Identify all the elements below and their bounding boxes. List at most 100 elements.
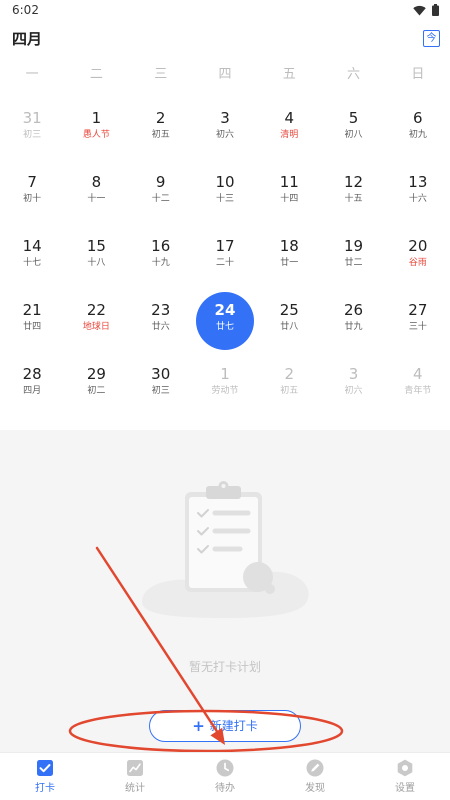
calendar-day-apr-15[interactable]: 15 十八 [64,224,128,288]
plan-area: 暂无打卡计划 + 新建打卡 [0,430,450,752]
tab-settings[interactable]: 设置 [360,753,450,800]
lunar-label: 十七 [23,258,42,268]
calendar-day-apr-6[interactable]: 6 初九 [386,96,450,160]
day-number: 28 [22,365,42,383]
lunar-label: 三十 [408,322,427,332]
lunar-label: 初六 [344,386,363,396]
calendar-day-may-4[interactable]: 4 青年节 [386,352,450,416]
calendar-week-2: 7 初十 8 十一 9 十二 10 十三 11 十四 12 十五 13 十六 [0,160,450,224]
status-bar: 6:02 [0,0,450,20]
calendar-day-apr-21[interactable]: 21 廿四 [0,288,64,352]
calendar-day-apr-14[interactable]: 14 十七 [0,224,64,288]
calendar-day-apr-20[interactable]: 20 谷雨 [386,224,450,288]
lunar-label: 十四 [280,194,299,204]
wifi-icon [413,5,426,16]
day-number: 17 [215,237,235,255]
tab-discover[interactable]: 发现 [270,753,360,800]
clock-icon [216,759,234,777]
lunar-label: 初五 [280,386,299,396]
tab-label: 发现 [305,783,325,794]
plus-icon: + [192,717,205,735]
calendar-day-apr-28[interactable]: 28 四月 [0,352,64,416]
day-number: 1 [220,365,230,383]
weekday-label-sun: 日 [411,67,425,82]
new-checkin-button[interactable]: + 新建打卡 [149,710,301,742]
badge-dot [265,584,275,594]
day-number: 12 [344,173,364,191]
lunar-label: 谷雨 [408,258,427,268]
screen: 6:02 四月 今 一 二 三 四 五 六 日 31 初三 1 愚人节 2 初五 3初… [0,0,450,800]
calendar-day-apr-10[interactable]: 10 十三 [193,160,257,224]
calendar-week-3: 14 十七 15 十八 16 十九 17 二十 18 廿一 19 廿二 20 谷雨 [0,224,450,288]
calendar-day-apr-9[interactable]: 9 十二 [129,160,193,224]
calendar-day-apr-3[interactable]: 3 初六 [193,96,257,160]
lunar-label: 廿一 [280,258,299,268]
tab-checkin[interactable]: 打卡 [0,753,90,800]
day-number: 3 [348,365,359,383]
weekday-label-fri: 五 [282,67,296,82]
weekday-row: 一 二 三 四 五 六 日 [0,62,450,88]
lunar-label: 十九 [151,258,170,268]
check-square-icon [37,760,53,776]
calendar-day-apr-18[interactable]: 18 廿一 [257,224,321,288]
calendar-grid: 31 初三 1 愚人节 2 初五 3 初六 4 清明 5 初八 6 初九 7 初十 8 十一 9十… [0,96,450,416]
today-button[interactable]: 今 [423,30,440,47]
calendar-day-apr-2[interactable]: 2 初五 [129,96,193,160]
day-number: 23 [151,301,171,319]
status-icons [413,3,439,17]
status-time: 6:02 [12,3,39,17]
day-number: 3 [220,109,230,127]
lunar-label: 初三 [151,386,170,396]
lunar-label: 劳动节 [211,386,239,396]
calendar-day-apr-4[interactable]: 4 清明 [257,96,321,160]
day-number: 16 [151,237,171,255]
day-number: 27 [408,301,428,319]
bottom-tab-bar: 打卡 统计 待办 发现 设置 [0,752,450,800]
lunar-label: 廿八 [280,322,299,332]
calendar-day-apr-29[interactable]: 29 初二 [64,352,128,416]
calendar-day-apr-26[interactable]: 26 廿九 [321,288,385,352]
tab-statistics[interactable]: 统计 [90,753,180,800]
pencil-icon [306,759,324,777]
weekday-label-thu: 四 [218,67,232,82]
tab-todo[interactable]: 待办 [180,753,270,800]
calendar-day-apr-8[interactable]: 8 十一 [64,160,128,224]
lunar-label: 十二 [151,194,170,204]
day-number: 26 [344,301,364,319]
calendar-day-may-1[interactable]: 1 劳动节 [193,352,257,416]
calendar-day-apr-1[interactable]: 1 愚人节 [64,96,128,160]
calendar-week-5: 28 四月 29 初二 30 初三 1 劳动节 2 初五 3 初六 4 青年节 [0,352,450,416]
lunar-label: 廿六 [151,322,170,332]
day-number: 8 [91,173,102,191]
calendar-day-apr-30[interactable]: 30 初三 [129,352,193,416]
calendar-day-apr-7[interactable]: 7 初十 [0,160,64,224]
calendar-day-apr-19[interactable]: 19 廿二 [321,224,385,288]
tab-label: 待办 [215,783,235,794]
calendar-header: 四月 今 [0,22,450,56]
calendar-day-apr-13[interactable]: 13 十六 [386,160,450,224]
calendar-day-apr-16[interactable]: 16 十九 [129,224,193,288]
calendar-day-may-2[interactable]: 2 初五 [257,352,321,416]
day-number: 6 [413,109,423,127]
lunar-label: 青年节 [404,386,432,396]
weekday-label-sat: 六 [347,67,361,82]
day-number: 31 [22,109,42,127]
calendar-day-apr-24-selected[interactable]: 24 廿七 [193,288,257,352]
calendar-day-apr-27[interactable]: 27 三十 [386,288,450,352]
calendar-day-apr-23[interactable]: 23 廿六 [129,288,193,352]
calendar-day-apr-25[interactable]: 25 廿八 [257,288,321,352]
lunar-label: 清明 [280,130,299,140]
lunar-label: 初八 [344,130,363,140]
lunar-label: 十八 [87,258,106,268]
settings-hexagon-icon [397,759,413,777]
calendar-week-1: 31 初三 1 愚人节 2 初五 3 初六 4 清明 5 初八 6 初九 [0,96,450,160]
calendar-day-apr-11[interactable]: 11 十四 [257,160,321,224]
calendar-day-apr-12[interactable]: 12 十五 [321,160,385,224]
calendar-day-apr-17[interactable]: 17 二十 [193,224,257,288]
calendar-day-apr-22[interactable]: 22 地球日 [64,288,128,352]
calendar-day-apr-5[interactable]: 5 初八 [321,96,385,160]
calendar-day-may-3[interactable]: 3 初六 [321,352,385,416]
clipboard-checklist-illustration [142,481,309,618]
day-number: 18 [279,237,299,255]
calendar-day-mar-31[interactable]: 31 初三 [0,96,64,160]
